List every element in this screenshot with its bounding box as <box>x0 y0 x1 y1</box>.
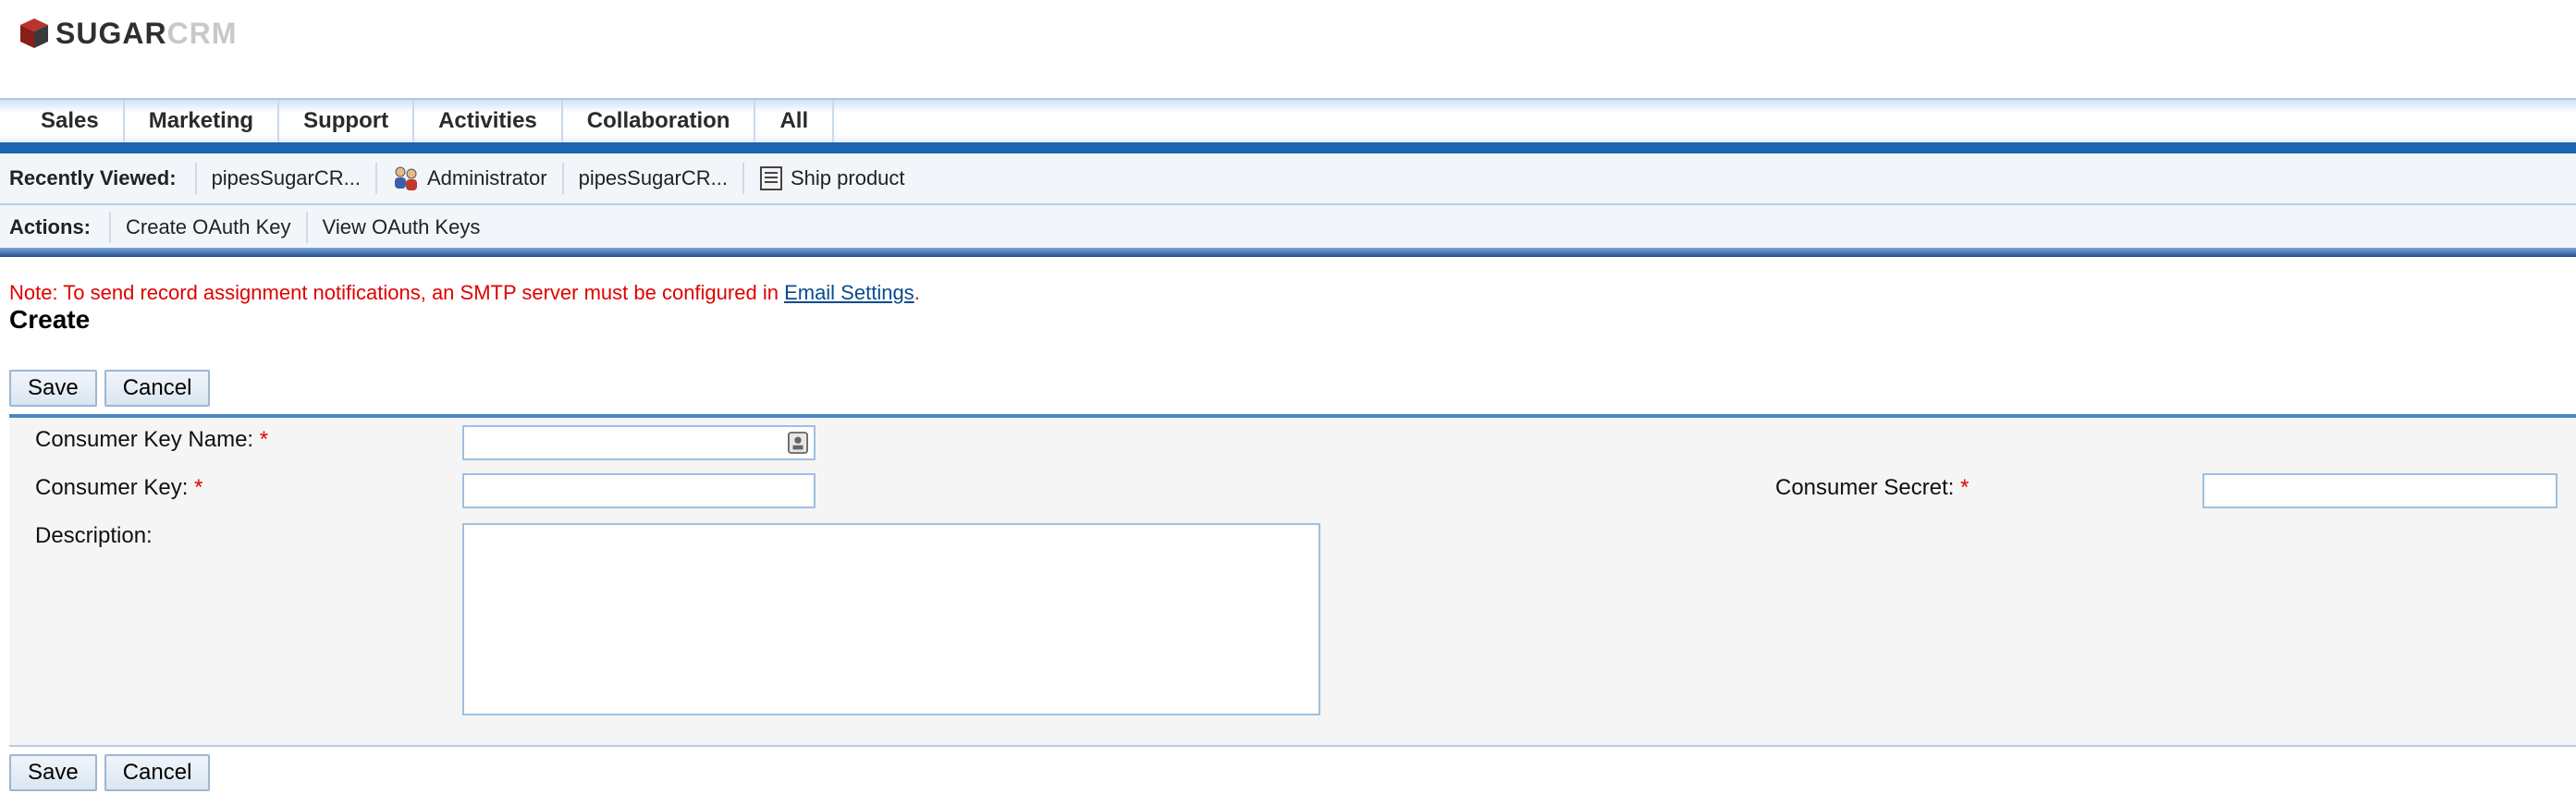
consumer-key-name-label-text: Consumer Key Name: <box>35 427 254 452</box>
logo-crm-text: CRM <box>166 17 238 50</box>
recent-item-label: pipesSugarCR... <box>578 166 728 189</box>
tab-activities[interactable]: Activities <box>414 100 563 142</box>
consumer-key-name-label: Consumer Key Name: * <box>35 427 268 453</box>
email-settings-link[interactable]: Email Settings <box>784 281 914 304</box>
required-marker: * <box>1960 475 1969 500</box>
oauth-key-form: Consumer Key Name: * Consumer Key: * Con… <box>9 414 2576 747</box>
tab-all[interactable]: All <box>755 100 835 142</box>
description-textarea[interactable] <box>462 523 1320 715</box>
consumer-secret-label-text: Consumer Secret: <box>1775 475 1955 500</box>
recent-item-4[interactable]: Ship product <box>744 163 920 194</box>
smtp-note-suffix: . <box>914 281 920 304</box>
consumer-secret-input[interactable] <box>2202 473 2558 508</box>
save-button[interactable]: Save <box>9 370 97 407</box>
recent-item-1[interactable]: pipesSugarCR... <box>197 163 377 194</box>
page-title: Create <box>9 305 91 334</box>
save-button[interactable]: Save <box>9 754 97 791</box>
recent-item-3[interactable]: pipesSugarCR... <box>564 163 744 194</box>
users-icon <box>394 166 417 190</box>
consumer-key-input[interactable] <box>462 473 816 508</box>
logo-wordmark: SUGARCRM <box>55 18 237 48</box>
consumer-secret-label: Consumer Secret: * <box>1775 475 1969 501</box>
recent-item-label: pipesSugarCR... <box>211 166 361 189</box>
cube-logo-icon <box>20 18 48 48</box>
cancel-button[interactable]: Cancel <box>104 754 211 791</box>
description-label: Description: <box>35 523 153 548</box>
tab-bar-divider <box>0 142 2576 153</box>
required-marker: * <box>259 427 269 452</box>
tab-support[interactable]: Support <box>279 100 415 142</box>
logo-sugar-text: SUGAR <box>55 17 167 50</box>
module-tab-bar: Sales Marketing Support Activities Colla… <box>0 98 2576 142</box>
top-button-row: Save Cancel <box>9 370 211 407</box>
contact-card-icon[interactable] <box>788 431 808 455</box>
required-marker: * <box>194 475 203 500</box>
recent-item-2[interactable]: Administrator <box>377 163 564 194</box>
document-icon <box>760 166 782 190</box>
consumer-key-name-input[interactable] <box>462 425 816 460</box>
recently-viewed-bar: Recently Viewed: pipesSugarCR... Adminis… <box>0 153 2576 205</box>
bottom-button-row: Save Cancel <box>9 754 211 791</box>
recently-viewed-label: Recently Viewed: <box>9 163 197 194</box>
view-oauth-keys-link[interactable]: View OAuth Keys <box>308 212 496 243</box>
cancel-button[interactable]: Cancel <box>104 370 211 407</box>
sugarcrm-logo[interactable]: SUGARCRM <box>18 15 237 52</box>
header: SUGARCRM <box>0 0 2576 98</box>
consumer-key-label-text: Consumer Key: <box>35 475 189 500</box>
tab-sales[interactable]: Sales <box>17 100 125 142</box>
consumer-key-label: Consumer Key: * <box>35 475 202 501</box>
tab-marketing[interactable]: Marketing <box>125 100 280 142</box>
smtp-note-text: Note: To send record assignment notifica… <box>9 281 785 304</box>
recent-item-label: Ship product <box>791 166 905 189</box>
recent-item-label: Administrator <box>426 166 547 189</box>
actions-bar-divider <box>0 248 2576 257</box>
actions-label: Actions: <box>9 212 111 243</box>
smtp-note: Note: To send record assignment notifica… <box>9 281 920 305</box>
tab-collaboration[interactable]: Collaboration <box>563 100 756 142</box>
actions-bar: Actions: Create OAuth Key View OAuth Key… <box>0 205 2576 250</box>
create-oauth-key-link[interactable]: Create OAuth Key <box>111 212 308 243</box>
